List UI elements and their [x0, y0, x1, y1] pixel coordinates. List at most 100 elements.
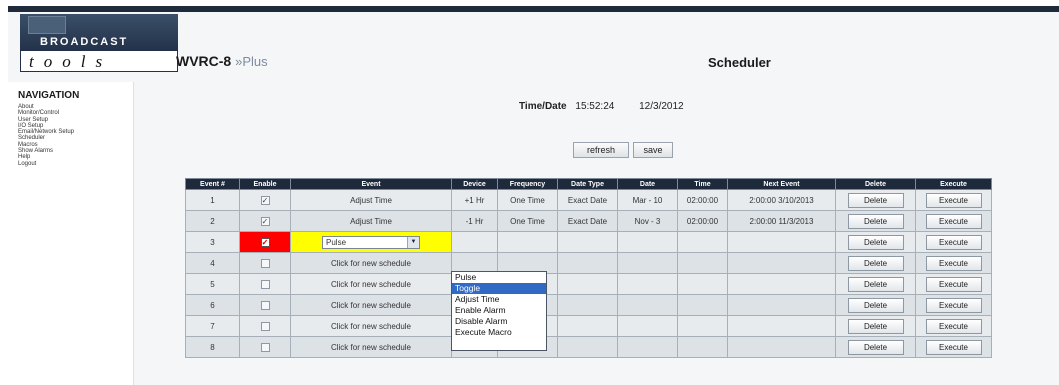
- execute-cell: Execute: [915, 252, 992, 274]
- table-row: 2 ✓ Adjust Time -1 Hr One Time Exact Dat…: [185, 210, 992, 232]
- delete-cell: Delete: [835, 273, 916, 295]
- date-cell: [617, 273, 678, 295]
- execute-button[interactable]: Execute: [925, 339, 982, 355]
- delete-button[interactable]: Delete: [847, 339, 904, 355]
- execute-button[interactable]: Execute: [925, 192, 982, 208]
- dropdown-option-enable-alarm[interactable]: Enable Alarm: [452, 305, 546, 316]
- date-type-cell: [557, 315, 618, 337]
- delete-cell: Delete: [835, 315, 916, 337]
- device-cell: -1 Hr: [451, 210, 498, 232]
- event-cell[interactable]: Adjust Time: [290, 210, 452, 232]
- enable-cell: [239, 252, 291, 274]
- event-cell[interactable]: Click for new schedule: [290, 273, 452, 295]
- event-number: 2: [185, 210, 240, 232]
- delete-button[interactable]: Delete: [847, 255, 904, 271]
- header: BROADCAST tools WVRC-8 »Plus Scheduler: [8, 6, 1059, 88]
- time-cell: 02:00:00: [677, 189, 728, 211]
- chevron-down-icon[interactable]: ▼: [407, 236, 419, 248]
- dropdown-option-pulse[interactable]: Pulse: [452, 272, 546, 283]
- header-bar: [8, 6, 1059, 12]
- enable-checkbox[interactable]: ✓: [260, 195, 270, 205]
- execute-button[interactable]: Execute: [925, 213, 982, 229]
- delete-cell: Delete: [835, 210, 916, 232]
- delete-button[interactable]: Delete: [847, 213, 904, 229]
- logo-bottom: tools: [20, 50, 178, 72]
- logo-top: BROADCAST: [20, 14, 178, 50]
- execute-button[interactable]: Execute: [925, 234, 982, 250]
- event-cell[interactable]: Adjust Time: [290, 189, 452, 211]
- delete-cell: Delete: [835, 336, 916, 358]
- execute-button[interactable]: Execute: [925, 297, 982, 313]
- execute-button[interactable]: Execute: [925, 255, 982, 271]
- time-date-label: Time/Date: [519, 101, 567, 112]
- col-header-frequency: Frequency: [497, 178, 558, 190]
- event-cell[interactable]: Click for new schedule: [290, 336, 452, 358]
- execute-cell: Execute: [915, 315, 992, 337]
- enable-cell: [239, 294, 291, 316]
- model-suffix: »Plus: [235, 54, 268, 69]
- execute-cell: Execute: [915, 210, 992, 232]
- event-number: 1: [185, 189, 240, 211]
- delete-button[interactable]: Delete: [847, 234, 904, 250]
- schedule-table: Event # Enable Event Device Frequency Da…: [185, 178, 992, 358]
- col-header-next-event: Next Event: [727, 178, 836, 190]
- dropdown-option-adjust-time[interactable]: Adjust Time: [452, 294, 546, 305]
- event-cell: Pulse ▼: [290, 231, 452, 253]
- delete-button[interactable]: Delete: [847, 276, 904, 292]
- next-event-cell: [727, 336, 836, 358]
- table-row: 4 Click for new schedule Delete Execute: [185, 252, 992, 274]
- delete-button[interactable]: Delete: [847, 297, 904, 313]
- date-type-cell: [557, 252, 618, 274]
- date-cell: [617, 231, 678, 253]
- date-type-cell: Exact Date: [557, 210, 618, 232]
- logo-bottom-text: tools: [29, 52, 113, 71]
- execute-button[interactable]: Execute: [925, 276, 982, 292]
- table-row: 1 ✓ Adjust Time +1 Hr One Time Exact Dat…: [185, 189, 992, 211]
- enable-checkbox[interactable]: [260, 279, 270, 289]
- refresh-button[interactable]: refresh: [573, 142, 629, 158]
- event-number: 4: [185, 252, 240, 274]
- col-header-enable: Enable: [239, 178, 291, 190]
- event-cell[interactable]: Click for new schedule: [290, 315, 452, 337]
- col-header-device: Device: [451, 178, 498, 190]
- date-type-cell: [557, 336, 618, 358]
- event-cell[interactable]: Click for new schedule: [290, 294, 452, 316]
- time-date-readout: Time/Date 15:52:24 12/3/2012: [519, 101, 684, 112]
- col-header-delete: Delete: [835, 178, 916, 190]
- logo-mark-icon: [28, 16, 66, 34]
- date-cell: [617, 336, 678, 358]
- table-row: 3 ✓ Pulse ▼ Delete Execute: [185, 231, 992, 253]
- enable-cell: [239, 315, 291, 337]
- event-dropdown-list: Pulse Toggle Adjust Time Enable Alarm Di…: [451, 271, 547, 351]
- save-button[interactable]: save: [633, 142, 673, 158]
- delete-button[interactable]: Delete: [847, 192, 904, 208]
- enable-checkbox[interactable]: [260, 342, 270, 352]
- sidebar: NAVIGATION About Monitor/Control User Se…: [8, 82, 134, 385]
- delete-button[interactable]: Delete: [847, 318, 904, 334]
- execute-cell: Execute: [915, 336, 992, 358]
- event-select-value: Pulse: [326, 237, 347, 247]
- date-type-cell: [557, 294, 618, 316]
- enable-checkbox[interactable]: ✓: [260, 216, 270, 226]
- enable-checkbox[interactable]: ✓: [260, 237, 270, 247]
- time-cell: [677, 294, 728, 316]
- next-event-cell: [727, 231, 836, 253]
- nav-item-logout[interactable]: Logout: [18, 161, 74, 167]
- enable-checkbox[interactable]: [260, 300, 270, 310]
- dropdown-option-toggle[interactable]: Toggle: [452, 283, 546, 294]
- event-select[interactable]: Pulse ▼: [322, 235, 420, 249]
- event-cell[interactable]: Click for new schedule: [290, 252, 452, 274]
- time-cell: [677, 315, 728, 337]
- nav-list: About Monitor/Control User Setup I/O Set…: [18, 104, 74, 167]
- execute-button[interactable]: Execute: [925, 318, 982, 334]
- dropdown-option-disable-alarm[interactable]: Disable Alarm: [452, 316, 546, 327]
- model-name: WVRC-8 »Plus: [176, 53, 268, 69]
- enable-checkbox[interactable]: [260, 258, 270, 268]
- enable-cell: ✓: [239, 231, 291, 253]
- date-type-cell: [557, 273, 618, 295]
- enable-checkbox[interactable]: [260, 321, 270, 331]
- table-header-row: Event # Enable Event Device Frequency Da…: [185, 178, 992, 190]
- time-value: 15:52:24: [575, 101, 615, 112]
- col-header-event: Event: [290, 178, 452, 190]
- dropdown-option-execute-macro[interactable]: Execute Macro: [452, 327, 546, 338]
